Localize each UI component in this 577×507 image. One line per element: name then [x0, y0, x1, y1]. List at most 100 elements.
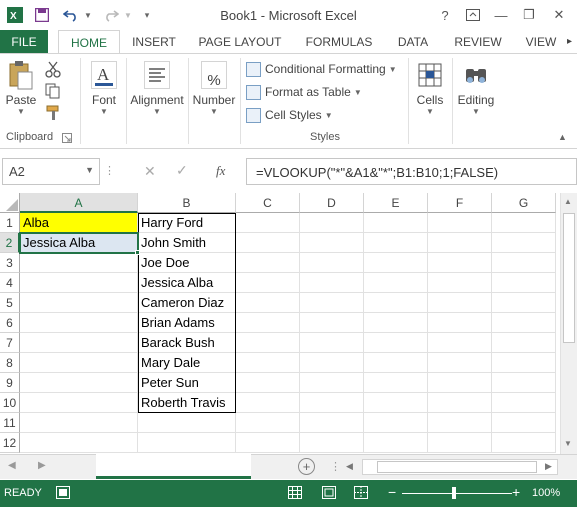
- cell-d9[interactable]: [300, 373, 364, 393]
- cell-b12[interactable]: [138, 433, 236, 453]
- formula-input[interactable]: =VLOOKUP("*"&A1&"*";B1:B10;1;FALSE): [246, 158, 577, 185]
- tabs-scroll-right-icon[interactable]: ▸: [562, 30, 577, 54]
- cell-e9[interactable]: [364, 373, 428, 393]
- restore-button[interactable]: ❐: [518, 4, 540, 26]
- cell-c4[interactable]: [236, 273, 300, 293]
- row-header-4[interactable]: 4: [0, 273, 20, 293]
- tab-formulas[interactable]: FORMULAS: [300, 30, 378, 54]
- cell-e10[interactable]: [364, 393, 428, 413]
- copy-icon[interactable]: [44, 82, 62, 100]
- cell-b4[interactable]: Jessica Alba: [138, 273, 236, 293]
- horizontal-scroll-thumb[interactable]: [377, 461, 537, 473]
- cell-e3[interactable]: [364, 253, 428, 273]
- cell-a6[interactable]: [20, 313, 138, 333]
- normal-view-icon[interactable]: [288, 486, 302, 502]
- cell-f2[interactable]: [428, 233, 492, 253]
- cell-g9[interactable]: [492, 373, 556, 393]
- cell-a2[interactable]: Jessica Alba: [20, 233, 138, 253]
- cell-f6[interactable]: [428, 313, 492, 333]
- number-dropdown-icon[interactable]: ▼: [190, 107, 238, 116]
- column-header-b[interactable]: B: [138, 193, 236, 213]
- cell-f11[interactable]: [428, 413, 492, 433]
- column-header-f[interactable]: F: [428, 193, 492, 213]
- row-header-9[interactable]: 9: [0, 373, 20, 393]
- zoom-in-icon[interactable]: +: [512, 484, 520, 500]
- row-header-6[interactable]: 6: [0, 313, 20, 333]
- close-button[interactable]: ✕: [548, 4, 570, 26]
- select-all-button[interactable]: [0, 193, 20, 213]
- column-header-d[interactable]: D: [300, 193, 364, 213]
- cell-f1[interactable]: [428, 213, 492, 233]
- cell-e6[interactable]: [364, 313, 428, 333]
- cell-b10[interactable]: Roberth Travis: [138, 393, 236, 413]
- cell-b11[interactable]: [138, 413, 236, 433]
- cell-d10[interactable]: [300, 393, 364, 413]
- cell-f9[interactable]: [428, 373, 492, 393]
- cell-g10[interactable]: [492, 393, 556, 413]
- format-as-table-button[interactable]: Format as Table ▼: [246, 82, 362, 102]
- cell-d1[interactable]: [300, 213, 364, 233]
- column-header-g[interactable]: G: [492, 193, 556, 213]
- cell-d7[interactable]: [300, 333, 364, 353]
- fill-handle[interactable]: [135, 250, 140, 255]
- cell-f7[interactable]: [428, 333, 492, 353]
- cell-f8[interactable]: [428, 353, 492, 373]
- cell-a12[interactable]: [20, 433, 138, 453]
- scroll-left-icon[interactable]: ◀: [346, 461, 353, 472]
- cell-a8[interactable]: [20, 353, 138, 373]
- cell-b8[interactable]: Mary Dale: [138, 353, 236, 373]
- cell-e5[interactable]: [364, 293, 428, 313]
- vertical-scroll-thumb[interactable]: [563, 213, 575, 343]
- editing-button[interactable]: Editing ▼: [454, 60, 498, 116]
- cell-g6[interactable]: [492, 313, 556, 333]
- collapse-ribbon-icon[interactable]: ▲: [558, 132, 572, 144]
- cell-c12[interactable]: [236, 433, 300, 453]
- cell-e8[interactable]: [364, 353, 428, 373]
- clipboard-launcher-icon[interactable]: [62, 132, 74, 144]
- cell-g11[interactable]: [492, 413, 556, 433]
- tab-file[interactable]: FILE: [0, 30, 48, 54]
- row-header-11[interactable]: 11: [0, 413, 20, 433]
- number-button[interactable]: % Number ▼: [190, 60, 238, 116]
- prev-sheet-icon[interactable]: ◀: [8, 460, 16, 471]
- cell-c1[interactable]: [236, 213, 300, 233]
- cell-c9[interactable]: [236, 373, 300, 393]
- alignment-dropdown-icon[interactable]: ▼: [128, 107, 186, 116]
- cell-c2[interactable]: [236, 233, 300, 253]
- help-button[interactable]: ?: [434, 4, 456, 26]
- row-header-8[interactable]: 8: [0, 353, 20, 373]
- cell-b3[interactable]: Joe Doe: [138, 253, 236, 273]
- cell-b9[interactable]: Peter Sun: [138, 373, 236, 393]
- insert-function-icon[interactable]: fx: [216, 163, 225, 179]
- cells-dropdown-icon[interactable]: ▼: [412, 107, 448, 116]
- cell-f4[interactable]: [428, 273, 492, 293]
- cell-d8[interactable]: [300, 353, 364, 373]
- cell-a9[interactable]: [20, 373, 138, 393]
- cut-icon[interactable]: [44, 60, 62, 78]
- format-painter-icon[interactable]: [44, 104, 62, 122]
- conditional-formatting-button[interactable]: Conditional Formatting ▼: [246, 59, 397, 79]
- cell-d2[interactable]: [300, 233, 364, 253]
- cell-f5[interactable]: [428, 293, 492, 313]
- cell-g3[interactable]: [492, 253, 556, 273]
- scroll-up-icon[interactable]: ▲: [564, 197, 572, 206]
- cell-styles-button[interactable]: Cell Styles ▼: [246, 105, 333, 125]
- paste-button[interactable]: Paste ▼: [4, 60, 38, 116]
- cell-e11[interactable]: [364, 413, 428, 433]
- tab-home[interactable]: HOME: [58, 30, 120, 54]
- cell-g7[interactable]: [492, 333, 556, 353]
- scroll-right-icon[interactable]: ▶: [545, 461, 552, 472]
- font-dropdown-icon[interactable]: ▼: [86, 107, 122, 116]
- cell-f12[interactable]: [428, 433, 492, 453]
- horizontal-scrollbar[interactable]: [362, 459, 558, 475]
- cell-d11[interactable]: [300, 413, 364, 433]
- next-sheet-icon[interactable]: ▶: [38, 460, 46, 471]
- cell-d3[interactable]: [300, 253, 364, 273]
- tab-page-layout[interactable]: PAGE LAYOUT: [192, 30, 288, 54]
- cell-a5[interactable]: [20, 293, 138, 313]
- cell-e4[interactable]: [364, 273, 428, 293]
- cell-c11[interactable]: [236, 413, 300, 433]
- sheet-tab-active[interactable]: [96, 454, 251, 479]
- cell-e1[interactable]: [364, 213, 428, 233]
- tab-view[interactable]: VIEW: [520, 30, 562, 54]
